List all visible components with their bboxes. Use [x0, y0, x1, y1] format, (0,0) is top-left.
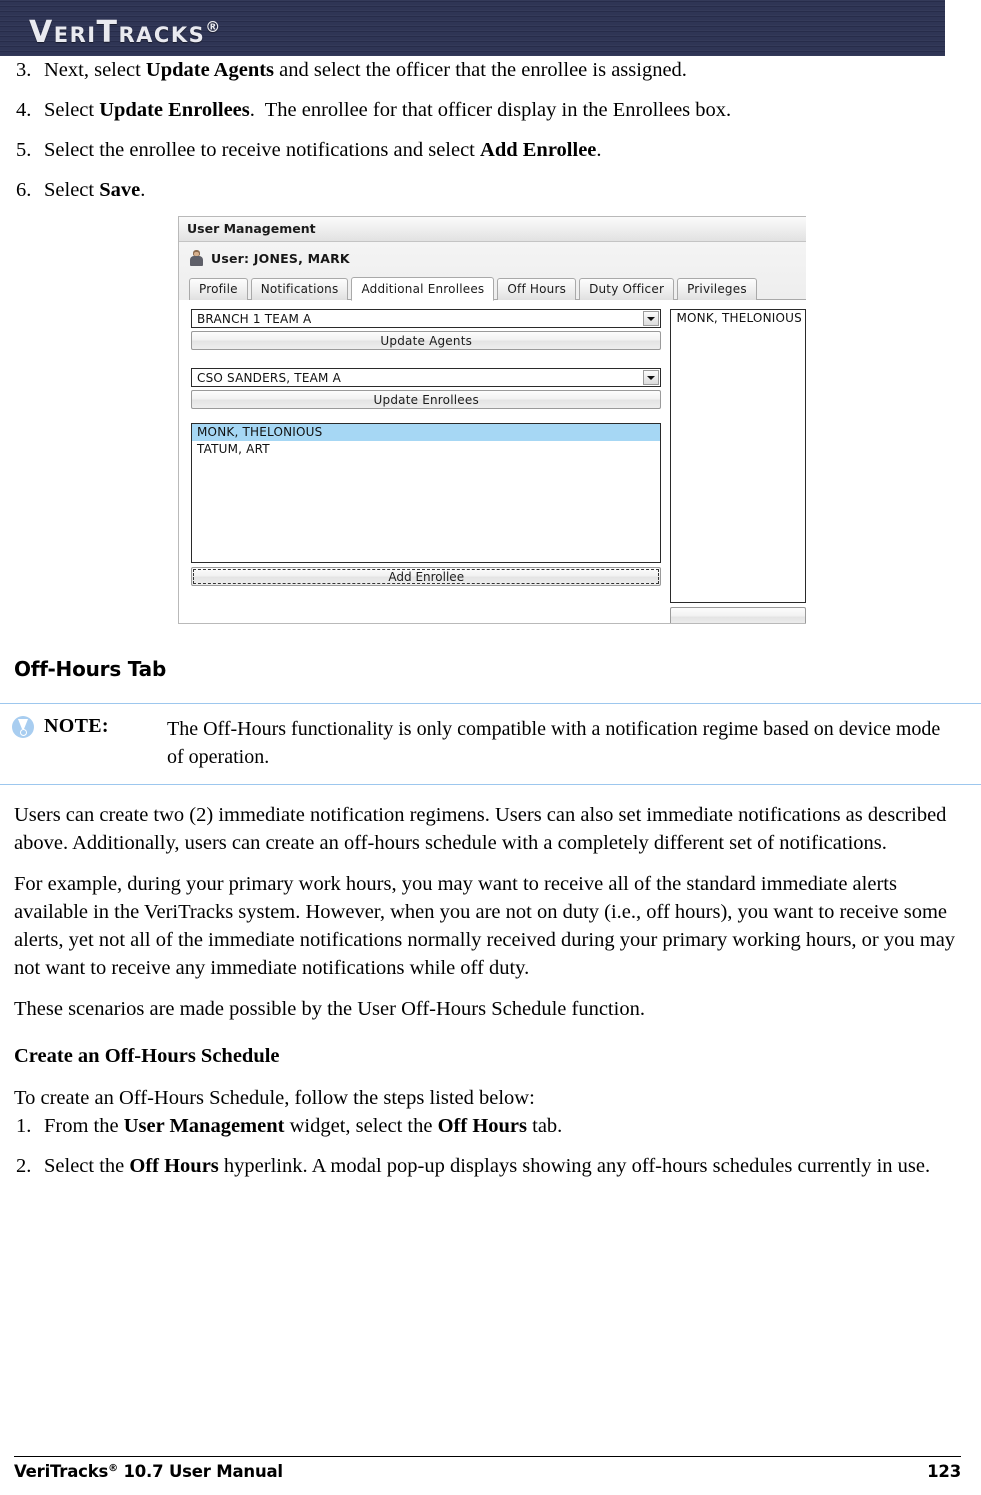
paragraph-scenarios: These scenarios are made possible by the…: [14, 998, 645, 1020]
paragraph-regimens: Users can create two (2) immediate notif…: [14, 804, 947, 854]
step-text: Select the Off Hours hyperlink. A modal …: [44, 1155, 931, 1177]
footer-product-name: VeriTracks: [14, 1462, 109, 1481]
left-column: BRANCH 1 TEAM A Update Agents CSO SANDER…: [191, 309, 662, 618]
step-number: 1.: [16, 1115, 32, 1137]
tab-off-hours[interactable]: Off Hours: [497, 278, 577, 300]
tab-label: Duty Officer: [589, 282, 665, 296]
chevron-down-icon[interactable]: [643, 370, 660, 385]
tab-privileges[interactable]: Privileges: [677, 278, 757, 300]
widget-title: User Management: [187, 221, 316, 236]
registered-trademark-icon: ®: [205, 18, 221, 36]
right-column: MONK, THELONIOUS: [670, 309, 806, 623]
footer-page-number: 123: [927, 1462, 961, 1481]
tab-additional-enrollees[interactable]: Additional Enrollees: [351, 277, 495, 301]
tab-profile[interactable]: Profile: [189, 278, 248, 300]
widget-title-bar: User Management: [179, 217, 806, 242]
subheading-create-off-hours-schedule: Create an Off-Hours Schedule: [14, 1045, 280, 1067]
step-number: 5.: [16, 139, 32, 161]
page-footer: VeriTracks® 10.7 User Manual 123: [14, 1456, 961, 1481]
remove-enrollee-button[interactable]: [670, 607, 806, 623]
step-number: 4.: [16, 99, 32, 121]
enrollees-select[interactable]: CSO SANDERS, TEAM A: [191, 368, 662, 387]
note-text: The Off-Hours functionality is only comp…: [167, 718, 941, 768]
section-heading-off-hours-tab: Off-Hours Tab: [14, 657, 167, 681]
step-number: 6.: [16, 179, 32, 201]
user-management-screenshot-figure: User Management User: JONES, MARK Profil…: [0, 216, 981, 631]
note-label: NOTE:: [44, 715, 109, 737]
document-body: 3. Next, select Update Agents and select…: [0, 56, 981, 1192]
steps-list-bottom: 1. From the User Management widget, sele…: [0, 1112, 981, 1180]
logo-wordmark: VeriTracks: [29, 15, 206, 50]
step-number: 3.: [16, 59, 32, 81]
list-item: 3. Next, select Update Agents and select…: [0, 56, 981, 84]
add-enrollee-button[interactable]: Add Enrollee: [191, 567, 662, 586]
widget-content: User: JONES, MARK Profile Notifications …: [179, 242, 806, 623]
step-text: Next, select Update Agents and select th…: [44, 59, 687, 81]
tab-label: Off Hours: [507, 282, 567, 296]
additional-enrollees-pane: BRANCH 1 TEAM A Update Agents CSO SANDER…: [179, 300, 806, 623]
current-user-label: User: JONES, MARK: [211, 250, 350, 266]
update-agents-button[interactable]: Update Agents: [191, 331, 662, 350]
steps-list-top: 3. Next, select Update Agents and select…: [0, 56, 981, 204]
footer-manual-version: 10.7 User Manual: [117, 1462, 283, 1481]
list-item[interactable]: MONK, THELONIOUS: [192, 424, 661, 441]
registered-trademark-icon: ®: [108, 1463, 118, 1474]
list-item[interactable]: MONK, THELONIOUS: [671, 310, 805, 327]
tab-label: Additional Enrollees: [361, 282, 485, 296]
list-item[interactable]: TATUM, ART: [192, 441, 660, 458]
user-management-widget: User Management User: JONES, MARK Profil…: [178, 216, 806, 624]
step-number: 2.: [16, 1155, 32, 1177]
paragraph-example: For example, during your primary work ho…: [14, 873, 956, 979]
selected-enrollees-listbox[interactable]: MONK, THELONIOUS: [670, 309, 806, 603]
chevron-down-icon[interactable]: [643, 311, 660, 326]
step-text: From the User Management widget, select …: [44, 1115, 563, 1137]
tab-label: Privileges: [687, 282, 747, 296]
list-item: 1. From the User Management widget, sele…: [0, 1112, 981, 1140]
note-callout: NOTE: The Off-Hours functionality is onl…: [0, 703, 981, 785]
update-enrollees-button[interactable]: Update Enrollees: [191, 390, 662, 409]
note-info-icon: [12, 716, 34, 738]
tab-label: Profile: [199, 282, 238, 296]
list-item: 6. Select Save.: [0, 176, 981, 204]
footer-manual-title: VeriTracks® 10.7 User Manual: [14, 1462, 283, 1481]
step-text: Select Save.: [44, 179, 146, 201]
enrollee-listbox[interactable]: MONK, THELONIOUS TATUM, ART: [191, 423, 662, 563]
widget-tab-bar: Profile Notifications Additional Enrolle…: [189, 276, 806, 301]
agents-select[interactable]: BRANCH 1 TEAM A: [191, 309, 662, 328]
step-text: Select Update Enrollees. The enrollee fo…: [44, 99, 732, 121]
list-item: 4. Select Update Enrollees. The enrollee…: [0, 96, 981, 124]
step-text: Select the enrollee to receive notificat…: [44, 139, 602, 161]
enrollees-select-value: CSO SANDERS, TEAM A: [197, 370, 341, 385]
list-item: 5. Select the enrollee to receive notifi…: [0, 136, 981, 164]
agents-select-value: BRANCH 1 TEAM A: [197, 311, 312, 326]
tab-duty-officer[interactable]: Duty Officer: [579, 278, 675, 300]
paragraph-steps-intro: To create an Off-Hours Schedule, follow …: [14, 1087, 535, 1109]
list-item: 2. Select the Off Hours hyperlink. A mod…: [0, 1152, 981, 1180]
tab-notifications[interactable]: Notifications: [250, 278, 349, 300]
tab-label: Notifications: [260, 282, 339, 296]
current-user-row: User: JONES, MARK: [179, 242, 806, 274]
veritracks-logo: VeriTracks®: [29, 7, 220, 53]
user-avatar-icon: [189, 250, 204, 266]
veritracks-brand-banner: VeriTracks®: [0, 0, 945, 56]
